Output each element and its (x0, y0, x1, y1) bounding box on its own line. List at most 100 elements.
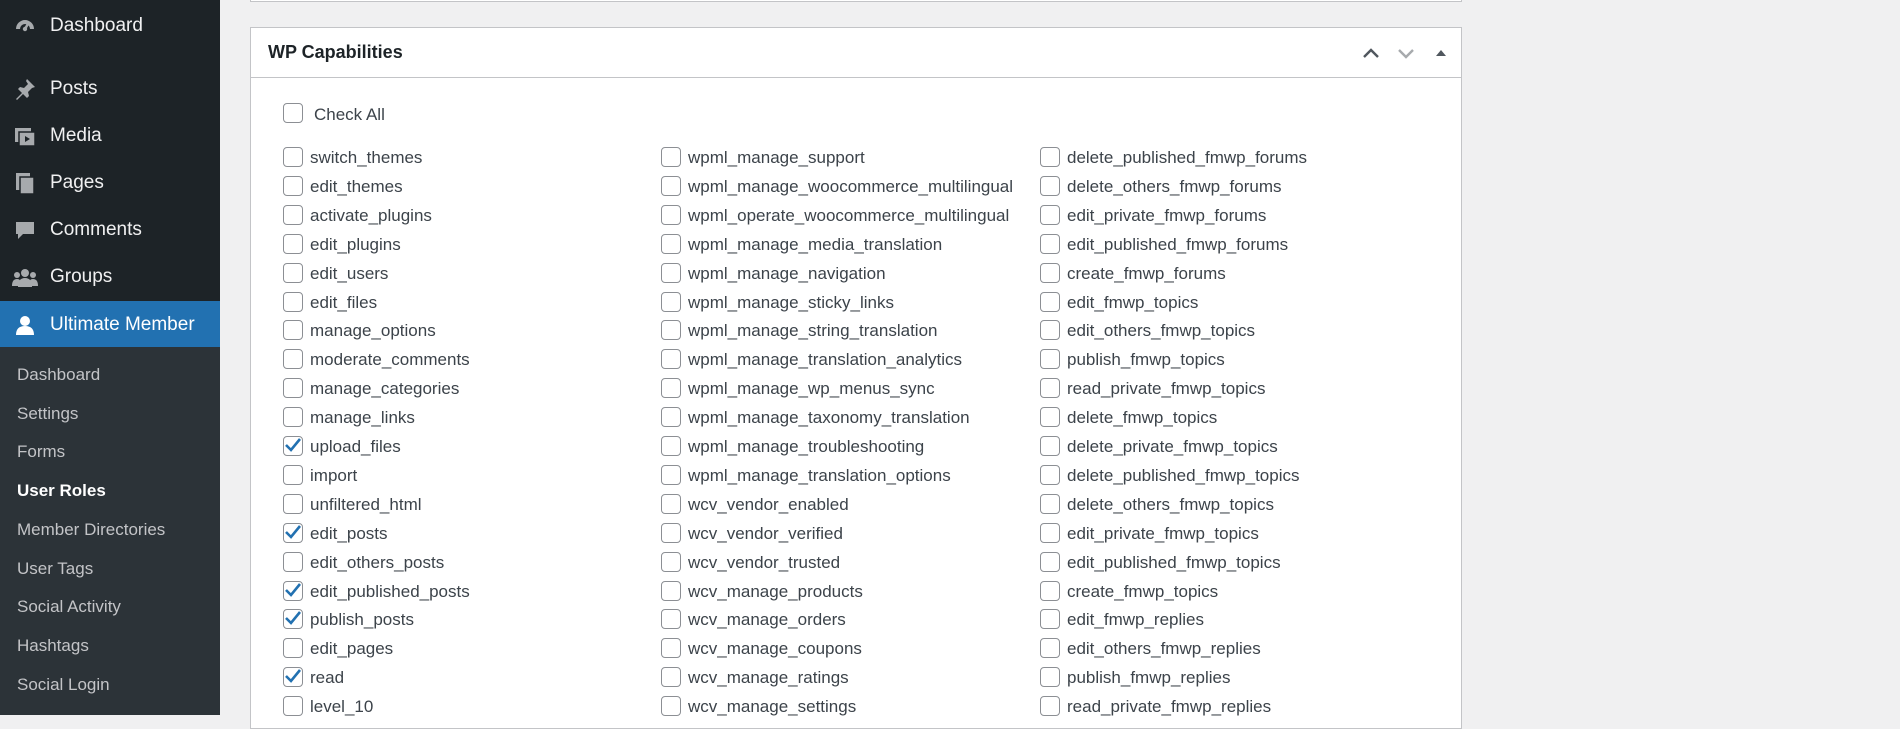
capability-checkbox[interactable] (1040, 291, 1060, 312)
capability-checkbox[interactable] (1040, 609, 1060, 630)
capability-checkbox[interactable] (661, 175, 681, 196)
submenu-item-user-tags[interactable]: User Tags (17, 558, 93, 580)
menu-item-label: Comments (50, 218, 142, 240)
capability-checkbox[interactable] (661, 262, 681, 283)
toggle-panel-button[interactable] (1429, 41, 1453, 65)
capability-checkbox[interactable] (661, 147, 681, 167)
capability-checkbox[interactable] (283, 464, 303, 485)
submenu-item-hashtags[interactable]: Hashtags (17, 635, 89, 657)
submenu-item-settings[interactable]: Settings (17, 403, 78, 425)
capability-checkbox[interactable] (283, 233, 303, 254)
capability-checkbox[interactable] (661, 638, 681, 659)
capability-checkbox[interactable] (661, 696, 681, 717)
capability-checkbox[interactable] (283, 493, 303, 514)
check-all-checkbox[interactable] (283, 103, 303, 123)
capability-checkbox[interactable] (1040, 464, 1060, 485)
submenu-item-social-login[interactable]: Social Login (17, 674, 110, 696)
metabox-title: WP Capabilities (268, 42, 403, 62)
previous-metabox-edge (250, 0, 1462, 2)
capability-checkbox[interactable] (283, 175, 303, 196)
capability-checkbox[interactable] (1040, 638, 1060, 659)
capability-checkbox[interactable] (1040, 175, 1060, 196)
capability-checkbox[interactable] (283, 667, 303, 688)
capability-checkbox[interactable] (283, 378, 303, 399)
capability-checkbox[interactable] (661, 320, 681, 341)
menu-item-pages[interactable]: Pages (0, 159, 220, 206)
submenu-item-user-roles[interactable]: User Roles (17, 480, 106, 502)
capability-checkbox[interactable] (661, 291, 681, 312)
capability-checkbox[interactable] (1040, 580, 1060, 601)
capability-checkbox[interactable] (283, 638, 303, 659)
capability-checkbox[interactable] (1040, 233, 1060, 254)
menu-item-posts[interactable]: Posts (0, 65, 220, 112)
capability-checkbox[interactable] (661, 667, 681, 688)
capability-checkbox[interactable] (1040, 378, 1060, 399)
capability-checkbox[interactable] (283, 262, 303, 283)
pages-icon (12, 170, 38, 196)
capability-label: wpml_manage_sticky_links (688, 292, 894, 312)
capability-checkbox[interactable] (283, 204, 303, 225)
capability-label: read_private_fmwp_topics (1067, 379, 1266, 399)
capability-checkbox[interactable] (661, 580, 681, 601)
capability-checkbox[interactable] (283, 147, 303, 167)
capability-checkbox[interactable] (1040, 493, 1060, 514)
menu-item-dashboard[interactable]: Dashboard (0, 2, 220, 49)
capability-checkbox[interactable] (1040, 696, 1060, 717)
capability-checkbox[interactable] (661, 204, 681, 225)
capability-label: wcv_manage_orders (688, 610, 846, 630)
capability-label: publish_posts (310, 610, 414, 630)
capability-checkbox[interactable] (661, 378, 681, 399)
capability-checkbox[interactable] (661, 464, 681, 485)
capability-checkbox[interactable] (1040, 320, 1060, 341)
capability-checkbox[interactable] (283, 436, 303, 456)
capability-label: wcv_manage_coupons (688, 639, 862, 659)
capability-label: wcv_manage_products (688, 581, 863, 601)
capability-checkbox[interactable] (1040, 147, 1060, 167)
capability-checkbox[interactable] (283, 696, 303, 717)
capability-checkbox[interactable] (1040, 349, 1060, 370)
dashboard-icon (12, 13, 38, 39)
capability-label: import (310, 465, 358, 485)
capability-checkbox[interactable] (1040, 407, 1060, 428)
capability-checkbox[interactable] (1040, 667, 1060, 688)
capability-label: wpml_manage_navigation (688, 263, 886, 283)
capability-checkbox[interactable] (283, 580, 303, 601)
capability-checkbox[interactable] (661, 522, 681, 543)
capability-checkbox[interactable] (661, 436, 681, 456)
capability-checkbox[interactable] (283, 349, 303, 370)
move-up-button[interactable] (1359, 41, 1383, 65)
submenu-item-dashboard[interactable]: Dashboard (17, 364, 100, 386)
capability-checkbox[interactable] (1040, 262, 1060, 283)
capability-checkbox[interactable] (661, 609, 681, 630)
capability-checkbox[interactable] (1040, 204, 1060, 225)
capability-checkbox[interactable] (1040, 522, 1060, 543)
capability-checkbox[interactable] (283, 609, 303, 630)
menu-item-groups[interactable]: Groups (0, 253, 220, 300)
capability-checkbox[interactable] (661, 233, 681, 254)
capability-checkbox[interactable] (1040, 436, 1060, 456)
menu-item-media[interactable]: Media (0, 112, 220, 159)
move-down-button[interactable] (1394, 41, 1418, 65)
capability-checkbox[interactable] (661, 349, 681, 370)
capability-checkbox[interactable] (283, 320, 303, 341)
submenu-item-member-directories[interactable]: Member Directories (17, 519, 165, 541)
capability-checkbox[interactable] (661, 407, 681, 428)
capability-label: edit_others_posts (310, 552, 445, 572)
capability-label: upload_files (310, 437, 401, 456)
submenu-item-forms[interactable]: Forms (17, 441, 65, 463)
capability-checkbox[interactable] (1040, 551, 1060, 572)
menu-item-comments[interactable]: Comments (0, 206, 220, 253)
capability-label: edit_fmwp_replies (1067, 610, 1205, 630)
menu-item-ultimate-member[interactable]: Ultimate Member (0, 301, 220, 348)
capability-checkbox[interactable] (283, 407, 303, 428)
capability-label: wcv_vendor_enabled (688, 494, 849, 514)
comment-bubble-icon (12, 217, 38, 243)
submenu-item-social-activity[interactable]: Social Activity (17, 596, 121, 618)
capability-label: publish_fmwp_topics (1067, 350, 1225, 370)
capability-checkbox[interactable] (661, 493, 681, 514)
capability-checkbox[interactable] (661, 551, 681, 572)
capability-checkbox[interactable] (283, 291, 303, 312)
capability-checkbox[interactable] (283, 551, 303, 572)
capability-checkbox[interactable] (283, 522, 303, 543)
capability-label: delete_others_fmwp_forums (1067, 176, 1282, 196)
